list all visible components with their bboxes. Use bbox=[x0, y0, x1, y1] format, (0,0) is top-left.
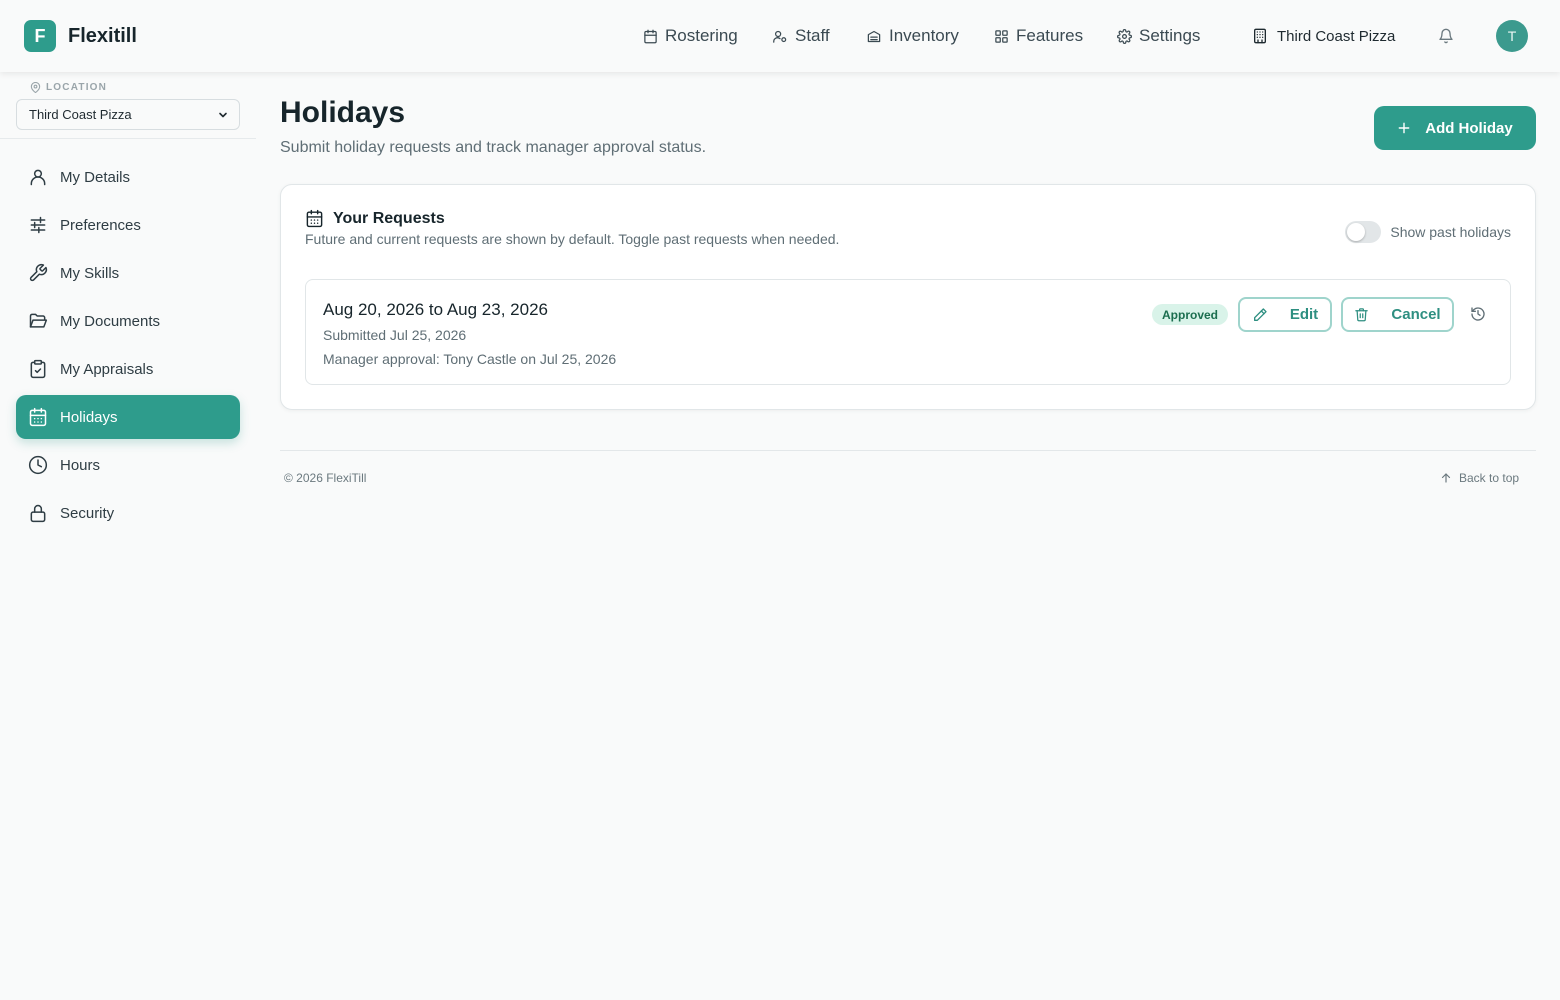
sidebar-item-label: My Skills bbox=[60, 264, 120, 282]
nav-rostering-label: Rostering bbox=[665, 26, 738, 45]
sidebar-item-label: My Appraisals bbox=[60, 360, 154, 378]
calendar-icon bbox=[644, 29, 657, 43]
user-icon bbox=[30, 169, 46, 186]
sidebar-item-label: My Details bbox=[60, 168, 131, 186]
history-button[interactable] bbox=[1470, 306, 1486, 322]
footer-divider bbox=[280, 450, 1536, 451]
staff-icon bbox=[773, 30, 787, 43]
sidebar-item-my-skills[interactable]: My Skills bbox=[16, 251, 240, 295]
requests-subtitle: Future and current requests are shown by… bbox=[305, 231, 840, 247]
lock-icon bbox=[30, 504, 46, 523]
back-to-top-label: Back to top bbox=[1459, 471, 1520, 485]
toggle-switch[interactable] bbox=[1345, 221, 1382, 243]
calendar-grid-icon bbox=[306, 209, 323, 228]
back-to-top-link[interactable]: Back to top bbox=[1440, 471, 1519, 485]
sidebar-item-security[interactable]: Security bbox=[16, 491, 240, 535]
trash-icon bbox=[1355, 308, 1369, 322]
location-select-value: Third Coast Pizza bbox=[29, 107, 132, 122]
notifications-button[interactable] bbox=[1438, 28, 1454, 44]
gear-icon bbox=[1117, 28, 1132, 44]
requests-card-title: Your Requests bbox=[305, 209, 445, 228]
top-header: F Flexitill Rostering Staff Inventory Fe… bbox=[0, 0, 1560, 72]
nav-inventory[interactable]: Inventory bbox=[866, 22, 959, 50]
sidebar-item-hours[interactable]: Hours bbox=[16, 443, 240, 487]
inventory-icon bbox=[867, 30, 881, 42]
request-submitted: Submitted Jul 25, 2026 bbox=[323, 327, 467, 343]
add-holiday-label: Add Holiday bbox=[1425, 119, 1513, 137]
map-pin-icon bbox=[30, 82, 41, 93]
location-select[interactable]: Third Coast Pizza bbox=[16, 99, 240, 130]
footer-copyright: © 2026 FlexiTill bbox=[284, 471, 367, 485]
sidebar-item-label: Hours bbox=[60, 456, 101, 474]
sidebar: LOCATION Third Coast Pizza My Details Pr… bbox=[0, 72, 256, 1000]
grid-icon bbox=[995, 29, 1008, 43]
clock-icon bbox=[28, 455, 48, 475]
show-past-toggle[interactable]: Show past holidays bbox=[1345, 221, 1511, 243]
pencil-icon bbox=[1253, 307, 1267, 321]
sidebar-item-my-documents[interactable]: My Documents bbox=[16, 299, 240, 343]
building-icon bbox=[1254, 28, 1266, 44]
sidebar-item-label: My Documents bbox=[60, 312, 161, 330]
location-label-text: LOCATION bbox=[46, 82, 108, 93]
holiday-request-row: Aug 20, 2026 to Aug 23, 2026 Submitted J… bbox=[305, 279, 1511, 385]
chevron-down-icon bbox=[219, 112, 227, 117]
sidebar-item-my-appraisals[interactable]: My Appraisals bbox=[16, 347, 240, 391]
nav-location-label: Third Coast Pizza bbox=[1277, 27, 1396, 45]
nav-location-switcher[interactable]: Third Coast Pizza bbox=[1252, 22, 1395, 50]
sidebar-item-label: Security bbox=[60, 504, 115, 522]
page-title: Holidays bbox=[280, 96, 406, 129]
cancel-label: Cancel bbox=[1391, 306, 1441, 323]
sliders-icon bbox=[30, 216, 46, 234]
arrow-up-icon bbox=[1441, 473, 1451, 483]
toggle-knob bbox=[1347, 223, 1366, 241]
calendar-grid-icon bbox=[29, 407, 47, 427]
add-holiday-button[interactable]: Add Holiday bbox=[1374, 106, 1536, 150]
cancel-button[interactable]: Cancel bbox=[1341, 297, 1454, 332]
sidebar-divider bbox=[0, 138, 256, 139]
sidebar-item-preferences[interactable]: Preferences bbox=[16, 203, 240, 247]
plus-icon bbox=[1398, 122, 1410, 134]
sidebar-item-holidays[interactable]: Holidays bbox=[16, 395, 240, 439]
bell-icon bbox=[1439, 28, 1453, 44]
requests-card: Your Requests Future and current request… bbox=[280, 184, 1536, 410]
nav-features-label: Features bbox=[1016, 26, 1084, 45]
nav-staff[interactable]: Staff bbox=[772, 22, 830, 50]
location-label: LOCATION bbox=[30, 82, 107, 93]
sidebar-item-label: Preferences bbox=[60, 216, 141, 234]
requests-title-text: Your Requests bbox=[333, 209, 445, 227]
nav-settings-label: Settings bbox=[1139, 26, 1201, 45]
edit-label: Edit bbox=[1289, 306, 1319, 323]
folder-icon bbox=[29, 313, 48, 328]
status-badge: Approved bbox=[1152, 304, 1229, 325]
clipboard-check-icon bbox=[30, 359, 46, 379]
request-dates: Aug 20, 2026 to Aug 23, 2026 bbox=[323, 300, 548, 319]
sidebar-item-my-details[interactable]: My Details bbox=[16, 155, 240, 199]
nav-features[interactable]: Features bbox=[994, 22, 1083, 50]
request-approval: Manager approval: Tony Castle on Jul 25,… bbox=[323, 351, 617, 367]
nav-rostering[interactable]: Rostering bbox=[643, 22, 738, 50]
nav-staff-label: Staff bbox=[795, 26, 830, 45]
show-past-label: Show past holidays bbox=[1390, 224, 1511, 240]
page-subtitle: Submit holiday requests and track manage… bbox=[280, 139, 707, 156]
nav-settings[interactable]: Settings bbox=[1117, 22, 1200, 50]
history-icon bbox=[1471, 307, 1485, 321]
edit-button[interactable]: Edit bbox=[1238, 297, 1332, 332]
wrench-icon bbox=[29, 263, 48, 282]
user-avatar[interactable]: T bbox=[1496, 20, 1528, 52]
nav-inventory-label: Inventory bbox=[889, 26, 959, 45]
sidebar-item-label: Holidays bbox=[60, 408, 118, 426]
